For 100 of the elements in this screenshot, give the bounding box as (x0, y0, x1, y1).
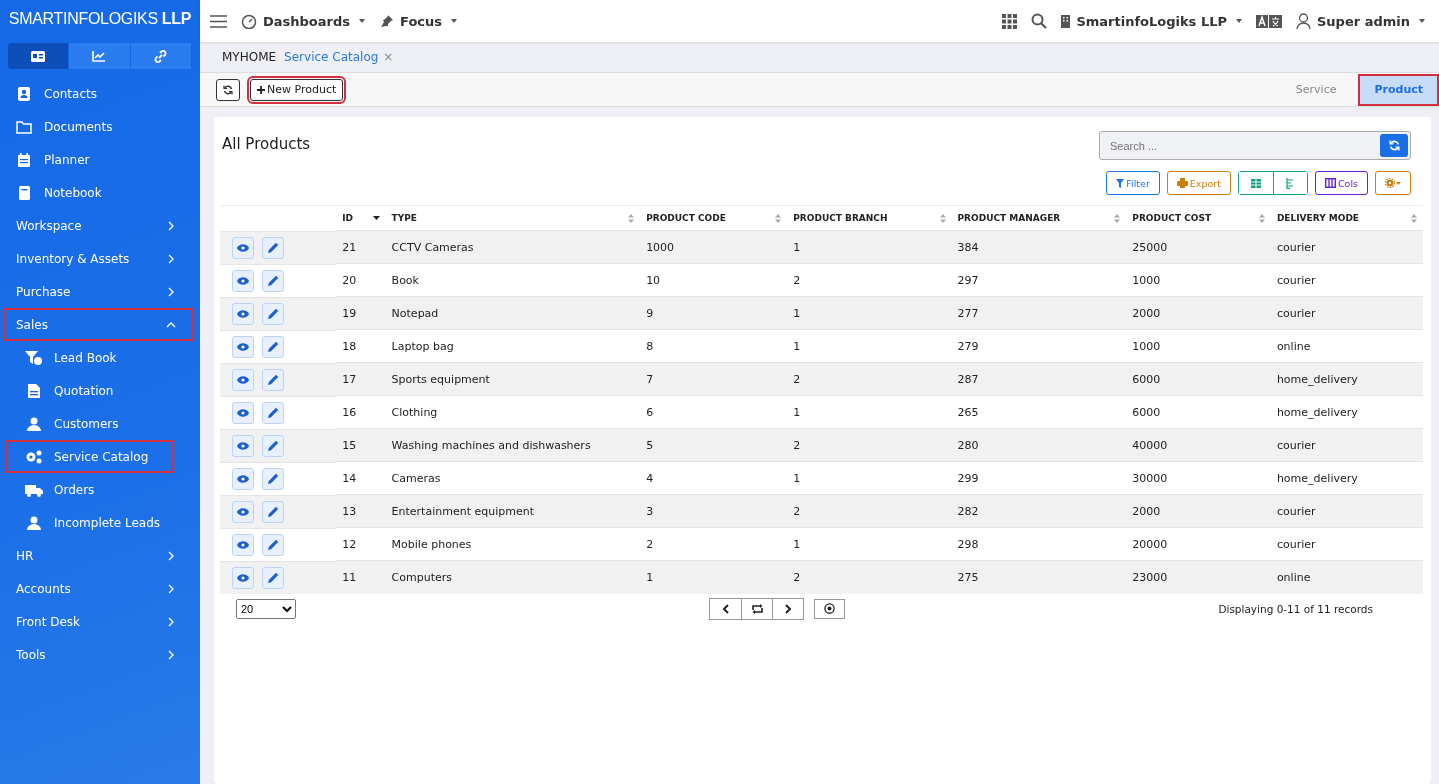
table-cell: 275 (951, 560, 1127, 594)
search-field[interactable]: Search ... (1099, 131, 1411, 160)
calendar-icon (16, 151, 32, 168)
sidebar-subitem[interactable]: Orders (0, 475, 200, 504)
column-header[interactable]: DELIVERY MODE (1276, 213, 1360, 223)
view-button[interactable] (232, 335, 254, 358)
edit-button[interactable] (262, 269, 284, 292)
edit-button[interactable] (262, 434, 284, 457)
sidebar-group[interactable]: Tools (0, 640, 192, 669)
sidebar-item[interactable]: Notebook (0, 176, 200, 209)
sidebar-group[interactable]: Front Desk (0, 607, 192, 636)
view-button[interactable] (232, 302, 254, 325)
eye-icon (237, 540, 249, 549)
edit-button[interactable] (262, 335, 284, 358)
sidebar-tab[interactable] (8, 43, 70, 69)
user-icon (24, 415, 44, 432)
brand-logo: SMARTINFOLOGIKS LLP (7, 9, 193, 29)
view-button[interactable] (232, 500, 254, 523)
breadcrumb-tab[interactable]: MYHOME (222, 50, 277, 64)
view-button[interactable] (232, 368, 254, 391)
user-menu[interactable]: Super admin (1296, 12, 1425, 30)
sidebar-subitem[interactable]: Quotation (0, 376, 200, 405)
view-button[interactable] (232, 269, 254, 292)
sidebar-item[interactable]: Documents (0, 110, 200, 143)
table-cell: 11 (336, 560, 386, 594)
sidebar-subitem[interactable]: Service Catalog (8, 442, 172, 471)
sidebar-subitem[interactable]: Lead Book (0, 343, 200, 372)
table-cell: home_delivery (1270, 395, 1423, 429)
target-button[interactable] (814, 598, 846, 619)
page-size-select[interactable]: 20 (236, 598, 296, 619)
table-cell: 30000 (1126, 461, 1271, 495)
view-button[interactable] (232, 533, 254, 556)
table-cell: 3 (640, 494, 788, 528)
column-header[interactable]: PRODUCT COST (1132, 213, 1212, 223)
table-cell: 1 (787, 461, 952, 495)
new-product-button[interactable]: New Product (250, 78, 344, 101)
menu-icon[interactable] (210, 14, 227, 28)
list-view-button[interactable] (1272, 172, 1307, 194)
table-cell: 297 (951, 263, 1127, 297)
column-header[interactable]: ID (342, 213, 354, 223)
filter-button[interactable]: Filter (1106, 171, 1160, 195)
apps-grid-icon[interactable] (1002, 13, 1018, 29)
view-button[interactable] (232, 467, 254, 490)
sidebar-item[interactable]: Planner (0, 143, 200, 176)
eye-icon (237, 408, 249, 417)
sidebar-group[interactable]: Inventory & Assets (0, 244, 192, 273)
view-tab[interactable]: Product (1360, 75, 1437, 104)
table-cell: 1 (787, 329, 952, 363)
column-header[interactable]: PRODUCT BRANCH (793, 213, 888, 223)
edit-button[interactable] (262, 401, 284, 424)
translate-icon[interactable] (1256, 14, 1282, 28)
top-menu[interactable]: Focus (379, 13, 457, 29)
edit-button[interactable] (262, 500, 284, 523)
chevron-right-icon (166, 286, 176, 297)
column-header[interactable]: PRODUCT CODE (646, 213, 726, 223)
edit-button[interactable] (262, 467, 284, 490)
settings-button[interactable] (1375, 171, 1411, 195)
column-header[interactable]: PRODUCT MANAGER (957, 213, 1061, 223)
eye-icon (237, 276, 249, 285)
edit-button[interactable] (262, 302, 284, 325)
top-menu[interactable]: Dashboards (241, 13, 366, 29)
company-menu[interactable]: SmartinfoLogiks LLP (1061, 13, 1242, 29)
table-cell: 1000 (640, 230, 788, 264)
edit-button[interactable] (262, 368, 284, 391)
sidebar-group[interactable]: HR (0, 541, 192, 570)
column-header[interactable]: TYPE (391, 213, 417, 223)
table-cell: courier (1270, 527, 1423, 561)
sidebar-group[interactable]: Purchase (0, 277, 192, 306)
close-icon[interactable]: × (383, 50, 394, 64)
breadcrumb-tab[interactable]: Service Catalog (284, 50, 379, 64)
edit-button[interactable] (262, 236, 284, 259)
table-cell: Mobile phones (385, 527, 641, 561)
table-cell: Book (385, 263, 641, 297)
edit-button[interactable] (262, 566, 284, 589)
table-cell: online (1270, 329, 1423, 363)
table-cell: 280 (951, 428, 1127, 462)
edit-button[interactable] (262, 533, 284, 556)
table-cell: Entertainment equipment (385, 494, 641, 528)
columns-button[interactable]: Cols (1314, 171, 1368, 195)
table-cell: Notepad (385, 296, 641, 330)
table-cell: 4 (640, 461, 788, 495)
search-icon[interactable] (1031, 13, 1048, 29)
export-button[interactable]: Export (1166, 171, 1231, 195)
view-button[interactable] (232, 434, 254, 457)
refresh-icon (1388, 140, 1400, 151)
refresh-button[interactable] (216, 78, 240, 101)
sidebar-subitem[interactable]: Incomplete Leads (0, 508, 200, 537)
sidebar-group[interactable]: Accounts (0, 574, 192, 603)
chevron-right-icon (166, 220, 176, 231)
view-button[interactable] (232, 236, 254, 259)
sidebar-item[interactable]: Contacts (0, 77, 200, 110)
sidebar-subitem[interactable]: Customers (0, 409, 200, 438)
sidebar-group[interactable]: Sales (5, 310, 192, 339)
table-cell: 12 (336, 527, 386, 561)
table-cell: home_delivery (1270, 461, 1423, 495)
table-cell: 298 (951, 527, 1127, 561)
view-tab[interactable]: Service (1281, 75, 1351, 104)
view-button[interactable] (232, 401, 254, 424)
view-button[interactable] (232, 566, 254, 589)
sidebar-group[interactable]: Workspace (0, 211, 192, 240)
